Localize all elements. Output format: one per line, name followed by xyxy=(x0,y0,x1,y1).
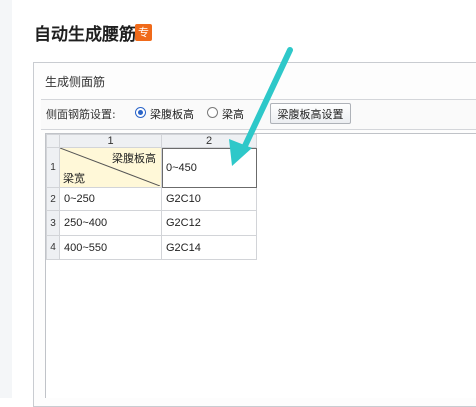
grid-cell[interactable]: 0~450 xyxy=(161,147,257,188)
row-header[interactable]: 3 xyxy=(46,210,60,236)
dialog-title: 生成侧面筋 xyxy=(45,75,106,89)
rebar-grid: 1 2 1 梁腹板高 梁宽 0~450 2 0~250 G2C10 3 250~… xyxy=(46,134,257,260)
side-rebar-setting-label: 侧面钢筋设置: xyxy=(46,108,116,121)
radio-web-height-label[interactable]: 梁腹板高 xyxy=(150,106,194,122)
grid-cell[interactable]: 250~400 xyxy=(59,210,162,236)
diagonal-header-cell[interactable]: 梁腹板高 梁宽 xyxy=(59,147,162,188)
page-title: 自动生成腰筋 xyxy=(34,25,136,45)
grid-cell[interactable]: G2C10 xyxy=(161,187,257,211)
radio-beam-height-label[interactable]: 梁高 xyxy=(222,106,244,122)
row-header[interactable]: 4 xyxy=(46,235,60,260)
diagonal-bottom-label: 梁宽 xyxy=(63,172,85,185)
column-header-2[interactable]: 2 xyxy=(161,134,257,148)
radio-beam-height[interactable] xyxy=(207,107,218,118)
column-header-1[interactable]: 1 xyxy=(59,134,162,148)
row-header[interactable]: 1 xyxy=(46,147,60,188)
web-height-settings-button[interactable]: 梁腹板高设置 xyxy=(270,103,351,124)
grid-cell[interactable]: G2C14 xyxy=(161,235,257,260)
pro-badge: 专 xyxy=(135,24,152,41)
grid-cell[interactable]: 0~250 xyxy=(59,187,162,211)
grid-cell[interactable]: 400~550 xyxy=(59,235,162,260)
row-header[interactable]: 2 xyxy=(46,187,60,211)
diagonal-top-label: 梁腹板高 xyxy=(112,152,156,165)
radio-web-height[interactable] xyxy=(135,107,146,118)
grid-cell[interactable]: G2C12 xyxy=(161,210,257,236)
grid-corner xyxy=(46,134,60,148)
left-sidebar-strip xyxy=(0,0,12,398)
